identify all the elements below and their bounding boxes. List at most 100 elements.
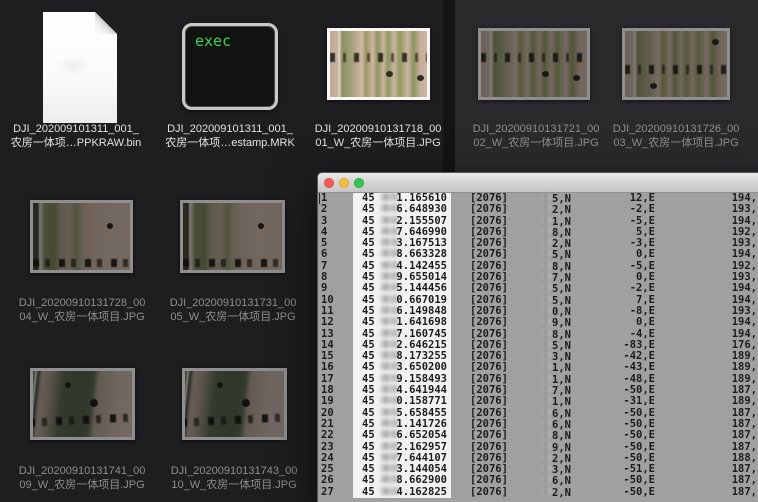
east-offset: 0,E [636,316,655,329]
photo-thumbnail[interactable] [182,368,287,440]
file-name-line2: 农房一体项…PPKRAW.bin [10,136,142,149]
highlight-strip: 45 4.162825 [353,486,451,499]
north-offset: 9,N [512,317,571,329]
photo-thumbnail[interactable] [327,28,430,100]
file-name-line1: DJI_202009101311_001_ [13,123,139,135]
data-row: 21 45 1.141726 [2076] 6,N -50,E 187, [318,418,758,431]
line-number: 22 [321,429,334,442]
photo-thumbnail[interactable] [30,200,133,273]
highlight-strip: 45 0.158771 [353,395,451,408]
highlight-strip: 45 6.648930 [353,203,451,216]
redacted-digit [542,193,552,201]
file-name-label[interactable]: DJI_20200910131728_00 04_W_农房一体项目.JPG [7,297,157,324]
data-row: 12 45 1.641698 [2076] 9,N 0,E 194, [318,316,758,329]
timestamp-seconds: 5.144456 [396,282,447,295]
redacted-digit [542,339,552,348]
redacted-digit [542,238,552,247]
north-offset: 6,N [512,475,571,487]
highlight-strip: 45 6.652054 [353,429,451,442]
timestamp-seconds: 6.648930 [396,203,447,216]
north-offset: 7,N [512,272,571,284]
north-offset: 2,N [512,238,571,250]
thumbnail-image [481,31,587,97]
photo-thumbnail[interactable] [478,28,590,100]
exec-icon[interactable]: exec [182,23,278,110]
file-name-line2: 02_W_农房一体项目.JPG [473,136,599,149]
data-row: 24 45 7.644107 [2076] 2,N -50,E 188, [318,452,758,464]
data-row: 9 45 5.144456 [2076] 5,N -2,E 194, [318,282,758,295]
file-name-line2: 09_W_农房一体项目.JPG [19,478,145,491]
file-name-line1: DJI_20200910131721_00 [472,123,600,135]
vertical-offset: 194, [731,316,757,329]
data-row: 2 45 6.648930 [2076] 2,N -2,E 193, [318,203,758,216]
data-row: 13 45 7.160745 [2076] 8,N -4,E 194, [318,328,758,340]
thumbnail-image [330,31,427,97]
vertical-offset: 189, [731,395,757,408]
north-offset: 2,N [512,204,571,216]
photo-thumbnail[interactable] [180,200,285,273]
north-offset: 1,N [512,215,571,227]
thumbnail-image [185,371,284,437]
thumbnail-image [33,371,132,437]
redacted-digit [542,294,552,303]
thumbnail-image [183,203,282,270]
north-offset: 6,N [512,418,571,431]
north-offset: 3,N [512,464,571,476]
redacted-digit [542,215,552,224]
file-name-line1: DJI_20200910131718_00 [314,123,442,135]
line-number: 19 [321,395,334,408]
redacted-digit [542,260,552,269]
gps-week: [2076] [470,395,508,408]
close-button[interactable] [324,178,334,188]
north-offset: 1,N [512,362,571,374]
file-name-line2: 05_W_农房一体项目.JPG [170,310,296,323]
north-offset: 9,N [512,441,571,453]
file-name-line2: 10_W_农房一体项目.JPG [171,478,297,491]
file-name-label[interactable]: DJI_20200910131718_00 01_W_农房一体项目.JPG [303,123,453,150]
data-row: 22 45 6.652054 [2076] 8,N -50,E 187, [318,429,758,442]
north-offset: 5,N [512,283,571,295]
line-number: 12 [321,316,334,329]
redacted-digit [542,249,552,258]
gps-week: [2076] [470,485,508,498]
data-row: 4 45 7.646990 [2076] 8,N 5,E 192, [318,226,758,238]
redacted-digit [542,362,552,371]
file-name-label[interactable]: DJI_20200910131731_00 05_W_农房一体项目.JPG [158,297,308,324]
minimize-button[interactable] [339,178,349,188]
data-row: 18 45 4.641944 [2076] 7,N -50,E 187, [318,384,758,396]
north-offset: 5,N [512,193,571,205]
document-icon[interactable] [43,12,117,123]
vertical-offset: 193, [731,203,757,216]
timestamp-prefix: 45 [362,395,375,408]
photo-thumbnail[interactable] [622,28,730,100]
window-titlebar[interactable] [318,173,758,193]
timestamp-seconds: 1.641698 [396,316,447,329]
file-name-label[interactable]: DJI_20200910131721_00 02_W_农房一体项目.JPG [461,123,611,150]
data-row: 15 45 8.173255 [2076] 3,N -42,E 189, [318,350,758,362]
file-name-line2: 04_W_农房一体项目.JPG [19,310,145,323]
redacted-digit [542,475,552,484]
photo-thumbnail[interactable] [30,368,135,440]
zoom-button[interactable] [354,178,364,188]
timestamp-seconds: 6.652054 [396,429,447,442]
line-number: 9 [321,282,328,295]
text-preview-window: 1 45 1.165610 [2076] 5,N 12,E 194, 2 45 6.648930 [… [317,172,758,502]
redacted-digit [542,385,552,394]
redacted-digit [542,272,552,281]
exec-label: exec [195,32,232,50]
file-name-label[interactable]: DJI_20200910131741_00 09_W_农房一体项目.JPG [7,465,157,492]
gps-week: [2076] [470,203,508,216]
east-offset: -31,E [623,395,655,408]
text-content[interactable]: 1 45 1.165610 [2076] 5,N 12,E 194, 2 45 6.648930 [… [318,192,758,502]
file-name-label[interactable]: DJI_202009101311_001_ 农房一体项…estamp.MRK [155,123,305,150]
file-name-label[interactable]: DJI_20200910131743_00 10_W_农房一体项目.JPG [159,465,309,492]
north-offset: 8,N [512,328,571,340]
data-row: 6 45 8.663328 [2076] 5,N 0,E 194, [318,249,758,261]
gps-week: [2076] [470,282,508,295]
north-offset: 0,N [512,305,571,318]
file-name-line1: DJI_20200910131741_00 [18,465,146,477]
file-name-label[interactable]: DJI_20200910131726_00 03_W_农房一体项目.JPG [601,123,751,150]
data-row: 5 45 3.167513 [2076] 2,N -3,E 193, [318,237,758,250]
file-name-label[interactable]: DJI_202009101311_001_ 农房一体项…PPKRAW.bin [1,123,151,150]
file-name-line1: DJI_20200910131731_00 [169,297,297,309]
